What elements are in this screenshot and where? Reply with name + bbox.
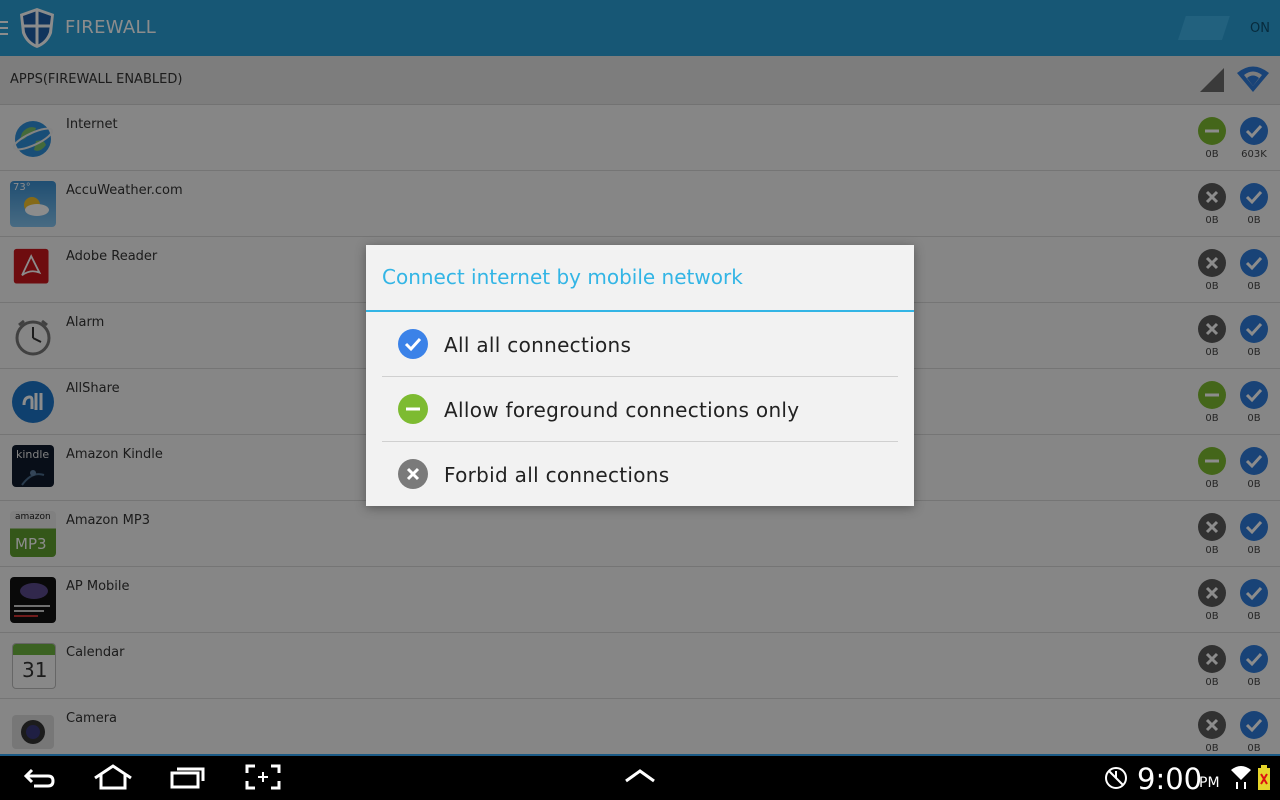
check-icon xyxy=(398,329,428,359)
dialog-title: Connect internet by mobile network xyxy=(382,265,743,289)
home-icon[interactable] xyxy=(92,764,134,790)
option-label: Forbid all connections xyxy=(444,463,670,487)
option-allow-all[interactable]: All all connections xyxy=(382,312,898,377)
screenshot-icon[interactable] xyxy=(245,764,281,790)
option-label: Allow foreground connections only xyxy=(444,398,800,422)
clock-time: 9:00 xyxy=(1137,762,1203,796)
battery-charging-icon xyxy=(1258,765,1270,790)
wifi-status-icon xyxy=(1231,766,1251,789)
back-icon[interactable] xyxy=(22,766,56,790)
recent-apps-icon[interactable] xyxy=(169,765,207,789)
chevron-up-icon[interactable] xyxy=(623,768,657,784)
x-icon xyxy=(398,459,428,489)
minus-icon xyxy=(398,394,428,424)
option-label: All all connections xyxy=(444,333,632,357)
clock-ampm: PM xyxy=(1199,775,1220,791)
option-allow-foreground[interactable]: Allow foreground connections only xyxy=(382,377,898,442)
sync-off-icon xyxy=(1105,767,1127,789)
system-navigation-bar: 9:00 PM xyxy=(0,754,1280,800)
option-forbid-all[interactable]: Forbid all connections xyxy=(382,442,898,506)
connection-dialog: Connect internet by mobile network All a… xyxy=(366,245,914,506)
